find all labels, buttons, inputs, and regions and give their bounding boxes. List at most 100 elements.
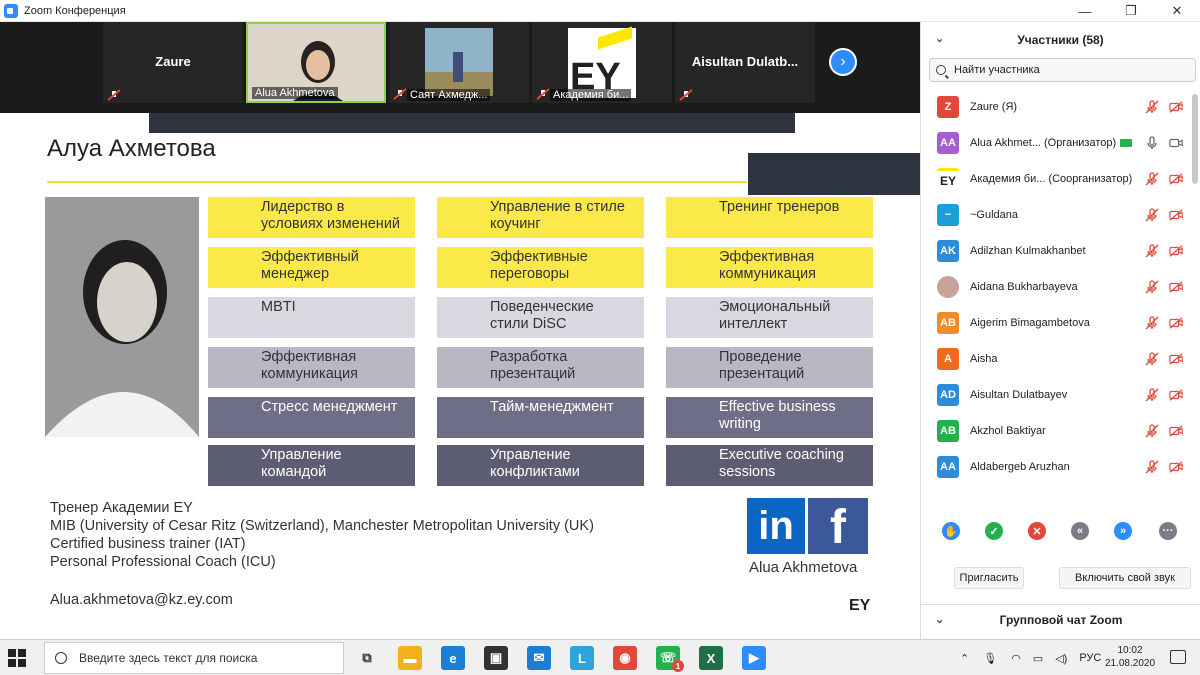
- bio-line: Certified business trainer (IAT): [50, 536, 246, 552]
- camera-off-icon[interactable]: [1169, 316, 1183, 330]
- camera-off-icon[interactable]: [1169, 388, 1183, 402]
- participant-list-scrollbar[interactable]: [1192, 94, 1198, 184]
- chat-chevron-icon[interactable]: ⌄: [935, 613, 944, 626]
- tile-name: Alua Akhmetova: [252, 87, 338, 99]
- participant-name: Aldabergeb Aruzhan: [970, 461, 1070, 473]
- clock[interactable]: 10:02 21.08.2020: [1100, 644, 1160, 670]
- participant-row[interactable]: ~ ~Guldana: [921, 197, 1191, 233]
- muted-mic-icon[interactable]: [1145, 352, 1159, 366]
- l-app-icon[interactable]: L: [570, 646, 594, 670]
- participant-name: Alua Akhmet... (Организатор): [970, 137, 1117, 149]
- store-icon[interactable]: ▣: [484, 646, 508, 670]
- video-tile-alua[interactable]: Alua Akhmetova: [246, 22, 386, 103]
- chat-header[interactable]: ⌄ Групповой чат Zoom: [921, 604, 1200, 634]
- excel-icon[interactable]: X: [699, 646, 723, 670]
- raise-hand-icon[interactable]: ✋: [942, 522, 960, 540]
- participant-row[interactable]: AK Adilzhan Kulmakhanbet: [921, 233, 1191, 269]
- maximize-button[interactable]: ❐: [1108, 0, 1154, 22]
- task-view-icon[interactable]: ⧉: [355, 646, 379, 670]
- participant-list: Z Zaure (Я) AA Alua Akhmet... (Организатор)…: [921, 89, 1191, 485]
- close-button[interactable]: ✕: [1154, 0, 1200, 22]
- show-hidden-icons-icon[interactable]: ⌃: [960, 652, 969, 665]
- microphone-icon[interactable]: 🎙: [983, 652, 997, 665]
- participant-row[interactable]: Z Zaure (Я): [921, 89, 1191, 125]
- avatar: EY: [937, 168, 959, 190]
- camera-off-icon[interactable]: [1169, 244, 1183, 258]
- camera-off-icon[interactable]: [1169, 424, 1183, 438]
- taskbar-search-box[interactable]: Введите здесь текст для поиска: [44, 642, 344, 674]
- topic-cell: Тайм-менеджмент: [437, 397, 644, 438]
- camera-off-icon[interactable]: [1169, 172, 1183, 186]
- mail-icon[interactable]: ✉: [527, 646, 551, 670]
- topic-cell: Эффективные переговоры: [437, 247, 644, 288]
- faster-icon[interactable]: »: [1114, 522, 1132, 540]
- muted-mic-icon[interactable]: [1145, 388, 1159, 402]
- notification-center-icon[interactable]: [1170, 650, 1186, 664]
- search-placeholder: Найти участника: [954, 64, 1040, 76]
- topic-cell: Лидерство в условиях изменений: [208, 197, 415, 238]
- clock-time: 10:02: [1117, 645, 1143, 656]
- avatar: Z: [937, 96, 959, 118]
- whatsapp-icon[interactable]: ☏ 1: [656, 646, 684, 672]
- camera-off-icon[interactable]: [1169, 460, 1183, 474]
- invite-button[interactable]: Пригласить: [954, 567, 1024, 589]
- collapse-chevron-icon[interactable]: ⌄: [935, 32, 944, 45]
- language-indicator[interactable]: РУС: [1079, 652, 1101, 664]
- reaction-bar: ✋ ✓ ✕ « » ···: [921, 522, 1200, 542]
- volume-icon[interactable]: ◁): [1055, 652, 1067, 665]
- camera-off-icon[interactable]: [1169, 280, 1183, 294]
- system-tray: ⌃ 🎙 ◠ ▭ ◁) РУС: [960, 640, 1101, 675]
- camera-icon[interactable]: [1169, 136, 1183, 150]
- participant-name: Aisha: [970, 353, 998, 365]
- muted-mic-icon[interactable]: [1145, 460, 1159, 474]
- camera-off-icon[interactable]: [1169, 352, 1183, 366]
- more-icon[interactable]: ···: [1159, 522, 1177, 540]
- zoom-app-icon: [4, 3, 18, 18]
- muted-mic-icon[interactable]: [1145, 208, 1159, 222]
- muted-mic-icon[interactable]: [1145, 244, 1159, 258]
- file-explorer-icon[interactable]: ▬: [398, 646, 422, 670]
- participant-row[interactable]: Aidana Bukharbayeva: [921, 269, 1191, 305]
- clock-date: 21.08.2020: [1104, 658, 1156, 669]
- muted-mic-icon: [679, 89, 693, 101]
- video-tile-academy[interactable]: EY Академия би...: [532, 22, 672, 103]
- participant-row[interactable]: AB Aigerim Bimagambetova: [921, 305, 1191, 341]
- participant-row[interactable]: AA Alua Akhmet... (Организатор): [921, 125, 1191, 161]
- participant-search-input[interactable]: Найти участника: [929, 58, 1196, 82]
- battery-icon[interactable]: ▭: [1033, 652, 1043, 665]
- bio-line: Тренер Академии EY: [50, 500, 193, 516]
- next-page-button[interactable]: ›: [829, 48, 857, 76]
- yes-icon[interactable]: ✓: [985, 522, 1003, 540]
- camera-off-icon[interactable]: [1169, 208, 1183, 222]
- participant-name: Aisultan Dulatbayev: [970, 389, 1068, 401]
- slower-icon[interactable]: «: [1071, 522, 1089, 540]
- participant-row[interactable]: A Aisha: [921, 341, 1191, 377]
- slide-top-bar: [149, 113, 795, 133]
- participant-name: Akzhol Baktiyar: [970, 425, 1046, 437]
- minimize-button[interactable]: —: [1062, 0, 1108, 22]
- muted-mic-icon[interactable]: [1145, 100, 1159, 114]
- participant-row[interactable]: AB Akzhol Baktiyar: [921, 413, 1191, 449]
- muted-mic-icon[interactable]: [1145, 424, 1159, 438]
- topic-cell: MBTI: [208, 297, 415, 338]
- muted-mic-icon[interactable]: [1145, 172, 1159, 186]
- trainer-bio: Тренер Академии EY MIB (University of Ce…: [50, 499, 594, 571]
- video-tile-sayat[interactable]: Саят Ахмедж...: [389, 22, 529, 103]
- participant-row[interactable]: AA Aldabergeb Aruzhan: [921, 449, 1191, 485]
- video-tile-zaure[interactable]: Zaure: [103, 22, 243, 103]
- network-icon[interactable]: ◠: [1011, 652, 1021, 665]
- camera-off-icon[interactable]: [1169, 100, 1183, 114]
- windows-start-icon[interactable]: [8, 649, 26, 667]
- unmute-myself-button[interactable]: Включить свой звук: [1059, 567, 1191, 589]
- ey-small-logo: EY: [849, 597, 871, 614]
- participant-row[interactable]: EY Академия би... (Соорганизатор): [921, 161, 1191, 197]
- zoom-icon[interactable]: ▶: [742, 646, 766, 670]
- no-icon[interactable]: ✕: [1028, 522, 1046, 540]
- participant-row[interactable]: AD Aisultan Dulatbayev: [921, 377, 1191, 413]
- mic-icon[interactable]: [1145, 136, 1159, 150]
- muted-mic-icon[interactable]: [1145, 280, 1159, 294]
- chrome-icon[interactable]: ◉: [613, 646, 637, 670]
- video-tile-aisultan[interactable]: Aisultan Dulatb...: [675, 22, 815, 103]
- edge-icon[interactable]: e: [441, 646, 465, 670]
- muted-mic-icon[interactable]: [1145, 316, 1159, 330]
